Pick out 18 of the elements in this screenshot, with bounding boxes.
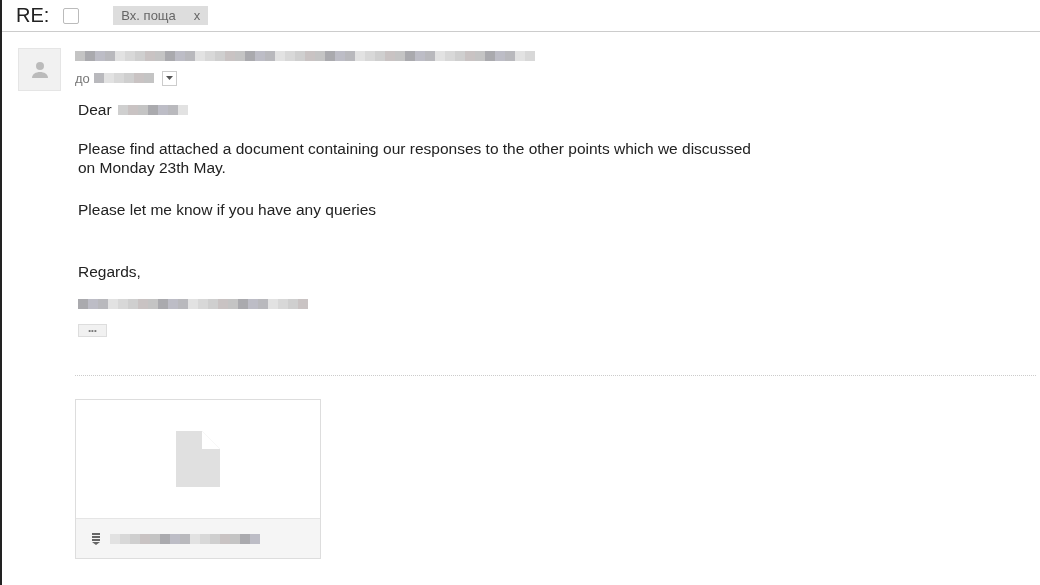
- message-paragraph: Please find attached a document containing our responses to the other points which we discussed on Monday 23th May.: [78, 139, 752, 177]
- file-type-icon: [92, 532, 100, 545]
- label-chip[interactable]: Вх. поща x: [113, 6, 209, 25]
- avatar-icon: [18, 48, 61, 91]
- caret-icon: [165, 76, 173, 80]
- message-paragraph: Please let me know if you have any queries: [78, 200, 378, 219]
- attachment-card[interactable]: [75, 399, 321, 559]
- closing-text: Regards,: [78, 262, 142, 281]
- blurred-text-drawing: [117, 102, 188, 118]
- remove-label-button[interactable]: x: [193, 8, 201, 23]
- details-dropdown-button[interactable]: [161, 70, 177, 86]
- greeting-text: Dear: [78, 101, 112, 119]
- important-marker-icon[interactable]: [63, 7, 80, 24]
- show-trimmed-button[interactable]: •••: [78, 324, 107, 337]
- recipient-prefix: до: [75, 70, 90, 86]
- document-icon: [176, 431, 220, 487]
- blurred-text-drawing: [93, 70, 154, 86]
- subject-title: RE:: [16, 4, 50, 27]
